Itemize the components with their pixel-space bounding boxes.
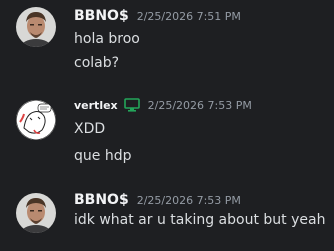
message-text: que hdp (74, 148, 132, 164)
timestamp[interactable]: 2/25/2026 7:53 PM (137, 194, 241, 207)
username[interactable]: BBNO$ (74, 8, 129, 24)
username[interactable]: vertlex (74, 99, 118, 112)
user-avatar-sketch-icon (16, 100, 56, 140)
user-avatar-photo-icon (16, 7, 56, 47)
user-avatar[interactable] (16, 100, 56, 140)
message-text: idk what ar u taking about but yeah (74, 212, 326, 228)
message-text: colab? (74, 55, 120, 71)
message-text: hola broo (74, 31, 140, 47)
user-avatar-photo-icon (16, 193, 56, 233)
username[interactable]: BBNO$ (74, 192, 129, 208)
user-avatar[interactable] (16, 7, 56, 47)
monitor-icon (123, 98, 140, 112)
message-text: XDD (74, 121, 106, 137)
timestamp[interactable]: 2/25/2026 7:51 PM (137, 10, 241, 23)
timestamp[interactable]: 2/25/2026 7:53 PM (148, 99, 252, 112)
user-avatar[interactable] (16, 193, 56, 233)
